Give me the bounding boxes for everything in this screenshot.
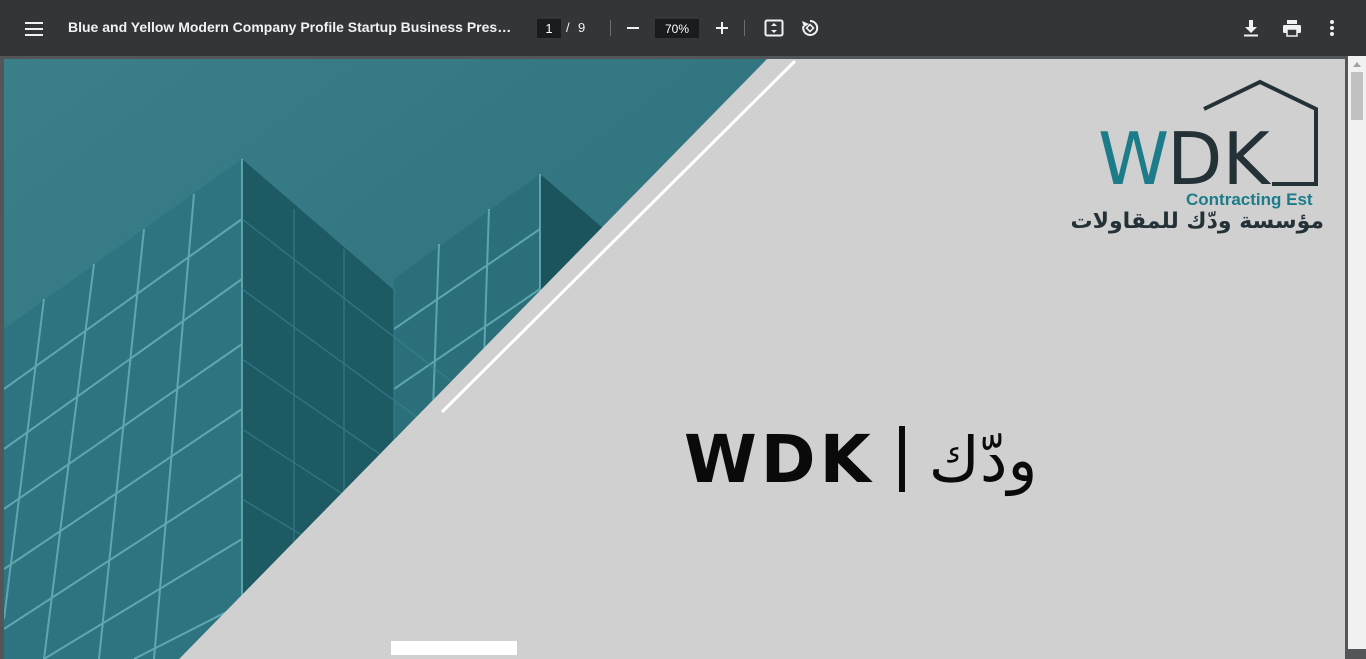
vertical-scrollbar[interactable] bbox=[1348, 56, 1366, 649]
page-number-input[interactable] bbox=[537, 19, 561, 38]
more-vert-icon[interactable] bbox=[1321, 17, 1343, 39]
slide-white-tab bbox=[391, 641, 517, 655]
download-icon[interactable] bbox=[1240, 17, 1262, 39]
pdf-toolbar: Blue and Yellow Modern Company Profile S… bbox=[0, 0, 1366, 56]
toolbar-divider bbox=[744, 20, 745, 36]
hamburger-menu-icon[interactable] bbox=[22, 18, 46, 40]
logo-dk-letters: DK bbox=[1167, 117, 1271, 201]
zoom-level-input[interactable] bbox=[655, 19, 699, 38]
slide-headline: WDK ودّك bbox=[684, 414, 1054, 504]
headline-latin: WDK bbox=[684, 420, 875, 498]
slide-page: W DK Contracting Est مؤسسة ودّك للمقاولا… bbox=[4, 59, 1345, 659]
scroll-up-arrow-icon[interactable] bbox=[1348, 56, 1366, 72]
page-separator: / bbox=[566, 20, 570, 35]
page-total: 9 bbox=[578, 20, 586, 35]
slide-artwork: W DK bbox=[4, 59, 1318, 659]
toolbar-divider bbox=[610, 20, 611, 36]
minus-icon[interactable] bbox=[623, 18, 643, 38]
fit-to-page-icon[interactable] bbox=[763, 17, 785, 39]
logo-arabic-name: مؤسسة ودّك للمقاولات bbox=[1070, 209, 1324, 234]
headline-divider bbox=[898, 426, 905, 492]
scrollbar-thumb[interactable] bbox=[1351, 72, 1363, 120]
building-photo bbox=[4, 59, 767, 659]
plus-icon[interactable] bbox=[712, 18, 732, 38]
logo-w-letter: W bbox=[1098, 117, 1169, 201]
logo-subtitle: Contracting Est bbox=[1186, 190, 1313, 209]
rotate-icon[interactable] bbox=[799, 17, 821, 39]
print-icon[interactable] bbox=[1281, 17, 1303, 39]
pdf-viewer: W DK Contracting Est مؤسسة ودّك للمقاولا… bbox=[0, 56, 1366, 659]
document-title: Blue and Yellow Modern Company Profile S… bbox=[68, 19, 518, 35]
headline-arabic: ودّك bbox=[928, 422, 1038, 496]
